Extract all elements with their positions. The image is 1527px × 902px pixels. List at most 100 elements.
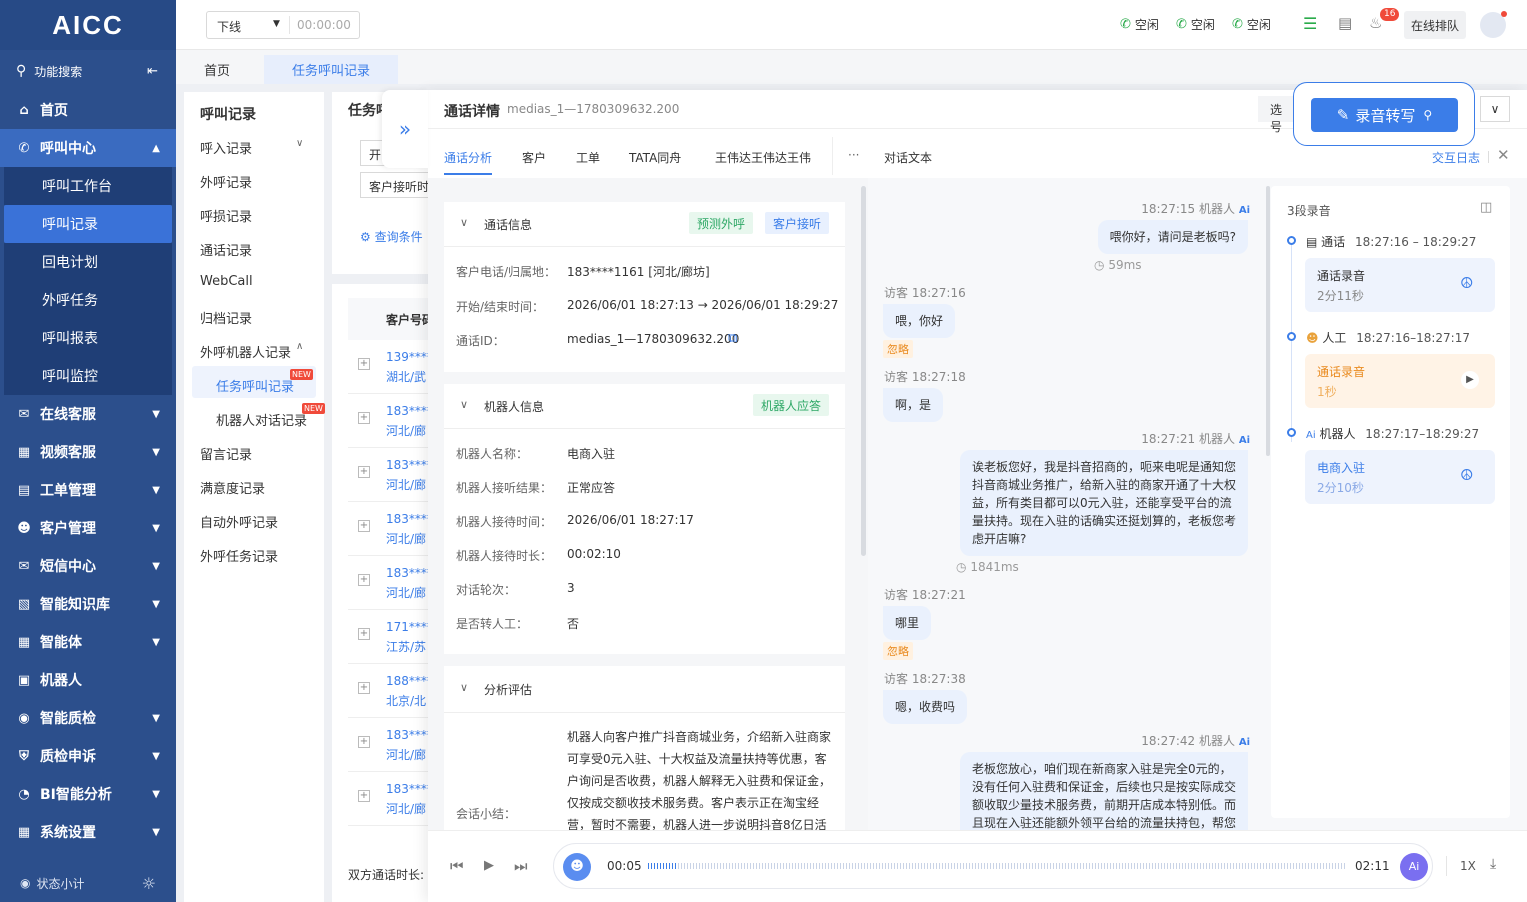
- expand-icon[interactable]: +: [358, 628, 370, 640]
- wifi-icon[interactable]: ☰: [1303, 14, 1317, 33]
- table-row[interactable]: +183**** 河北/廊: [348, 556, 432, 610]
- function-search[interactable]: ⚲ 功能搜索 ⇤: [0, 52, 176, 90]
- ignore-tag[interactable]: 忽略: [883, 340, 913, 358]
- customer-number[interactable]: 171****,: [386, 620, 432, 634]
- customer-number[interactable]: 188****: [386, 674, 432, 688]
- nav-video-service[interactable]: ▦ 视频客服 ▼: [0, 433, 176, 471]
- submenu-webcall[interactable]: WebCall: [200, 274, 253, 289]
- tab-call-analysis[interactable]: 通话分析: [444, 149, 492, 166]
- subnav-call-records[interactable]: 呼叫记录: [4, 205, 172, 243]
- table-row[interactable]: +183**** 河北/廊: [348, 718, 432, 772]
- submenu-inbound[interactable]: 呼入记录: [200, 138, 252, 157]
- nav-robot[interactable]: ▣ 机器人: [0, 661, 176, 699]
- expand-icon[interactable]: +: [358, 466, 370, 478]
- chevron-down-icon[interactable]: ∨: [460, 216, 468, 229]
- expand-icon[interactable]: +: [358, 520, 370, 532]
- table-row[interactable]: +171****, 江苏/苏: [348, 610, 432, 664]
- chevron-down-icon[interactable]: ∨: [460, 681, 468, 694]
- customer-number[interactable]: 183****: [386, 728, 432, 742]
- tab-task-call-records[interactable]: 任务呼叫记录: [264, 55, 399, 84]
- expand-icon[interactable]: +: [358, 412, 370, 424]
- play-icon[interactable]: ▶: [484, 858, 494, 873]
- close-icon[interactable]: ✕: [1497, 146, 1510, 164]
- customer-number[interactable]: 139****: [386, 350, 432, 364]
- table-row[interactable]: +183**** 河北/廊: [348, 448, 432, 502]
- tab-ticket[interactable]: 工单: [576, 149, 600, 166]
- line-status-2[interactable]: ✆ 空闲: [1176, 16, 1215, 33]
- submenu-robot-outbound[interactable]: 外呼机器人记录: [200, 342, 291, 361]
- submenu-robot-dialog[interactable]: 机器人对话记录: [216, 410, 307, 429]
- queue-button[interactable]: 在线排队: [1404, 11, 1466, 39]
- submenu-task-call[interactable]: 任务呼叫记录: [216, 376, 294, 395]
- submenu-outbound-task[interactable]: 外呼任务记录: [200, 546, 278, 565]
- customer-number[interactable]: 183****: [386, 512, 432, 526]
- expand-icon[interactable]: +: [358, 682, 370, 694]
- subnav-call-monitor[interactable]: 呼叫监控: [4, 357, 172, 395]
- chevron-down-icon[interactable]: ∨: [460, 398, 468, 411]
- submenu-message[interactable]: 留言记录: [200, 444, 252, 463]
- filter-field[interactable]: 客户接听时: [360, 172, 430, 198]
- submenu-archive[interactable]: 归档记录: [200, 308, 252, 327]
- sidebar-toggle-icon[interactable]: ◫: [1480, 200, 1492, 215]
- customer-number[interactable]: 183****: [386, 404, 432, 418]
- tab-tata[interactable]: TATA同舟: [629, 149, 681, 166]
- submenu-satisfaction[interactable]: 满意度记录: [200, 478, 265, 497]
- status-summary[interactable]: ◉ 状态小计 ☼: [0, 864, 176, 902]
- submenu-lost[interactable]: 呼损记录: [200, 206, 252, 225]
- customer-number[interactable]: 183****: [386, 566, 432, 580]
- nav-appeal[interactable]: ⛨ 质检申诉 ▼: [0, 737, 176, 775]
- theme-sun-icon[interactable]: ☼: [142, 874, 156, 893]
- subnav-outbound-task[interactable]: 外呼任务: [4, 281, 172, 319]
- table-row[interactable]: +139**** 湖北/武: [348, 340, 432, 394]
- nav-knowledge[interactable]: ▧ 智能知识库 ▼: [0, 585, 176, 623]
- nav-ticket[interactable]: ▤ 工单管理 ▼: [0, 471, 176, 509]
- submenu-calls[interactable]: 通话记录: [200, 240, 252, 259]
- more-tabs-icon[interactable]: ···: [848, 148, 859, 162]
- nav-sms[interactable]: ✉ 短信中心 ▼: [0, 547, 176, 585]
- waveform-track[interactable]: [648, 863, 1346, 869]
- submenu-outbound[interactable]: 外呼记录: [200, 172, 252, 191]
- nav-home[interactable]: ⌂ 首页: [0, 91, 176, 129]
- scrollbar[interactable]: [861, 186, 866, 556]
- subnav-call-workbench[interactable]: 呼叫工作台: [4, 167, 172, 205]
- ignore-tag[interactable]: 忽略: [883, 642, 913, 660]
- interaction-log-link[interactable]: 交互日志: [1432, 149, 1480, 166]
- expand-icon[interactable]: +: [358, 736, 370, 748]
- waveform-icon[interactable]: ☮: [1460, 274, 1473, 292]
- nav-online-service[interactable]: ✉ 在线客服 ▼: [0, 395, 176, 433]
- download-icon[interactable]: ⤓: [1490, 856, 1496, 872]
- submenu-auto-outbound[interactable]: 自动外呼记录: [200, 512, 278, 531]
- table-row[interactable]: +183**** 河北/廊: [348, 772, 432, 826]
- table-row[interactable]: +183**** 河北/廊: [348, 502, 432, 556]
- subnav-callback-plan[interactable]: 回电计划: [4, 243, 172, 281]
- playback-speed[interactable]: 1X: [1460, 859, 1476, 873]
- table-row[interactable]: +183**** 河北/廊: [348, 394, 432, 448]
- collapse-menu-icon[interactable]: ⇤: [147, 64, 158, 79]
- customer-number[interactable]: 183****: [386, 458, 432, 472]
- subnav-call-report[interactable]: 呼叫报表: [4, 319, 172, 357]
- transcribe-button[interactable]: ✎ 录音转写 ⚲: [1311, 98, 1458, 132]
- nav-customer[interactable]: ☻ 客户管理 ▼: [0, 509, 176, 547]
- query-conditions-link[interactable]: ⚙ 查询条件: [360, 228, 423, 245]
- tab-home[interactable]: 首页: [176, 55, 258, 84]
- tab-wang[interactable]: 王伟达王伟达王伟: [715, 149, 811, 166]
- nav-agent[interactable]: ▦ 智能体 ▼: [0, 623, 176, 661]
- nav-bi[interactable]: ◔ BI智能分析 ▼: [0, 775, 176, 813]
- line-status-3[interactable]: ✆ 空闲: [1232, 16, 1271, 33]
- waveform-icon[interactable]: ☮: [1460, 466, 1473, 484]
- previous-icon[interactable]: ⏮: [450, 857, 464, 875]
- calendar-icon[interactable]: ▤: [1338, 14, 1352, 32]
- expand-icon[interactable]: +: [358, 358, 370, 370]
- collapse-drawer-icon[interactable]: »: [382, 90, 428, 168]
- agent-status-select[interactable]: 下线 ▼ 00:00:00: [206, 11, 360, 39]
- more-select-icon[interactable]: ∨: [1480, 96, 1510, 122]
- customer-number[interactable]: 183****: [386, 782, 432, 796]
- table-row[interactable]: +188**** 北京/北: [348, 664, 432, 718]
- scrollbar[interactable]: [1266, 186, 1270, 456]
- nav-call-center[interactable]: ✆ 呼叫中心 ▲: [0, 129, 176, 167]
- expand-icon[interactable]: +: [358, 574, 370, 586]
- tab-customer[interactable]: 客户: [522, 149, 546, 166]
- play-icon[interactable]: ▶: [1461, 371, 1479, 389]
- line-status-1[interactable]: ✆ 空闲: [1120, 16, 1159, 33]
- next-icon[interactable]: ⏭: [514, 857, 528, 875]
